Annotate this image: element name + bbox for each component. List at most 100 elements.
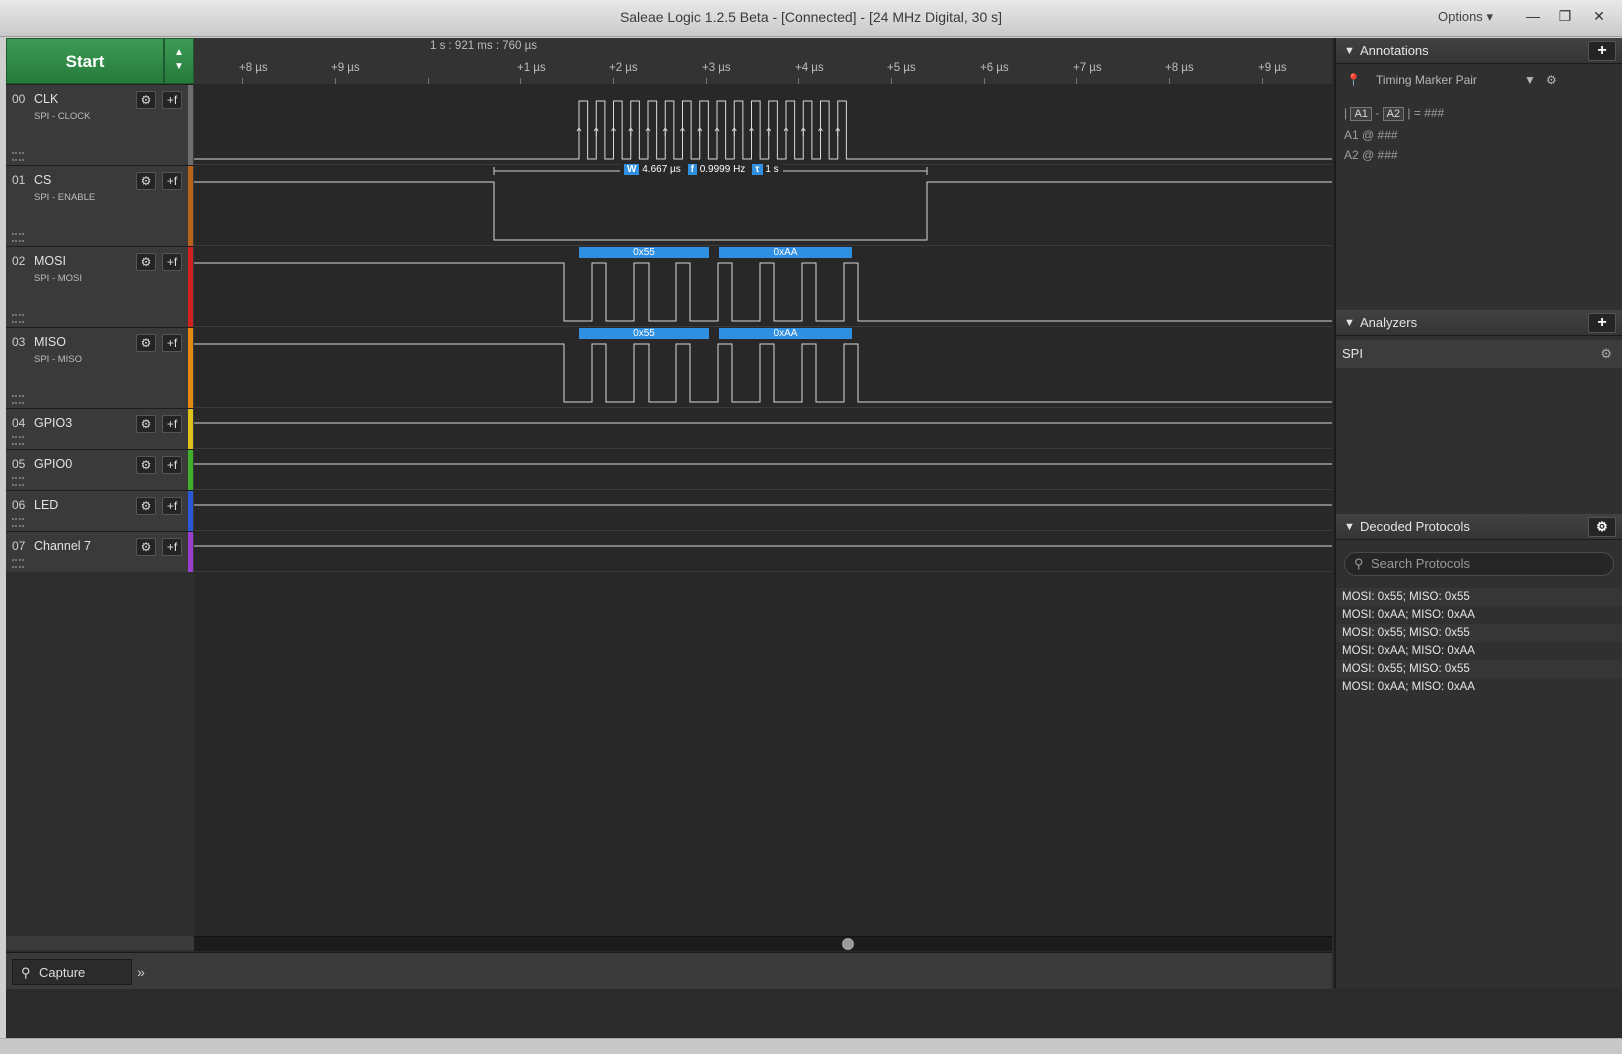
collapse-triangle-icon: ▼	[1344, 521, 1355, 533]
decoded-byte-miso-2[interactable]: 0xAA	[719, 328, 852, 339]
channel-row-clk[interactable]: 00 CLK SPI - CLOCK ⚙ +f	[6, 84, 194, 165]
horizontal-scrollbar[interactable]	[194, 936, 1332, 951]
gear-icon[interactable]: ⚙	[136, 456, 156, 474]
add-trigger-icon[interactable]: +f	[162, 91, 182, 109]
tick-label: +4 µs	[795, 62, 824, 74]
drag-handle-icon[interactable]	[12, 436, 24, 445]
search-protocols-input[interactable]: ⚲ Search Protocols	[1344, 552, 1614, 576]
gear-icon[interactable]: ⚙	[136, 497, 156, 515]
marker-delta-formula: | A1 - A2 | = ###	[1344, 106, 1445, 121]
time-ruler[interactable]: 1 s : 921 ms : 760 µs +8 µs +9 µs +1 µs …	[194, 38, 1332, 85]
channel-row-gpio3[interactable]: 04 GPIO3 ⚙ +f	[6, 408, 194, 449]
drag-handle-icon[interactable]	[12, 152, 24, 161]
decoded-byte-miso-1[interactable]: 0x55	[579, 328, 709, 339]
mosi-waveform	[194, 262, 1332, 322]
search-icon: ⚲	[21, 965, 31, 980]
restore-button[interactable]: ❐	[1552, 6, 1578, 28]
cs-waveform	[194, 181, 1332, 241]
channel-number: 00	[12, 92, 26, 106]
channel-name[interactable]: MOSI	[34, 254, 66, 268]
options-menu[interactable]: Options ▾	[1438, 9, 1493, 25]
decoded-protocols-header[interactable]: ▼ Decoded Protocols ⚙	[1336, 514, 1622, 540]
add-trigger-icon[interactable]: +f	[162, 172, 182, 190]
gear-icon[interactable]: ⚙	[1600, 340, 1612, 368]
channel-row-channel7[interactable]: 07 Channel 7 ⚙ +f	[6, 531, 194, 572]
gear-icon[interactable]: ⚙	[136, 538, 156, 556]
collapse-triangle-icon: ▼	[1344, 317, 1355, 329]
decoded-row[interactable]: MOSI: 0x55; MISO: 0x55	[1336, 588, 1622, 606]
close-button[interactable]: ✕	[1586, 6, 1612, 28]
width-value: 4.667 µs	[642, 164, 681, 175]
rising-edge-arrow-icon	[576, 127, 582, 136]
decoded-row[interactable]: MOSI: 0x55; MISO: 0x55	[1336, 660, 1622, 678]
filter-icon[interactable]: ▼	[1524, 68, 1536, 92]
drag-handle-icon[interactable]	[12, 233, 24, 242]
annotations-header[interactable]: ▼ Annotations +	[1336, 38, 1622, 64]
analyzers-header[interactable]: ▼ Analyzers +	[1336, 310, 1622, 336]
analyzer-item-spi[interactable]: SPI ⚙	[1336, 340, 1622, 368]
waveform-area[interactable]: W 4.667 µs f 0.9999 Hz τ 1 s 0x55 0xAA 0…	[194, 84, 1332, 988]
decoded-byte-mosi-2[interactable]: 0xAA	[719, 247, 852, 258]
add-trigger-icon[interactable]: +f	[162, 538, 182, 556]
ruler-reference-time: 1 s : 921 ms : 760 µs	[430, 40, 537, 52]
channel-number: 06	[12, 498, 26, 512]
add-trigger-icon[interactable]: +f	[162, 456, 182, 474]
gear-icon[interactable]: ⚙	[136, 172, 156, 190]
gear-icon[interactable]: ⚙	[136, 334, 156, 352]
minimize-button[interactable]: —	[1520, 6, 1546, 28]
capture-tab[interactable]: ⚲ Capture	[12, 959, 132, 985]
start-options-button[interactable]: ▲ ▼	[164, 38, 194, 84]
channel-row-cs[interactable]: 01 CS SPI - ENABLE ⚙ +f	[6, 165, 194, 246]
miso-signal	[194, 343, 1332, 403]
gear-icon[interactable]: ⚙	[1588, 517, 1616, 537]
drag-handle-icon[interactable]	[12, 395, 24, 404]
gear-icon[interactable]: ⚙	[1546, 68, 1557, 92]
a1-tag[interactable]: A1	[1350, 107, 1372, 121]
more-tabs-button[interactable]: »	[128, 959, 154, 985]
add-trigger-icon[interactable]: +f	[162, 415, 182, 433]
a2-tag[interactable]: A2	[1382, 107, 1405, 121]
gear-icon[interactable]: ⚙	[136, 91, 156, 109]
channel-name[interactable]: GPIO0	[34, 457, 72, 471]
gear-icon[interactable]: ⚙	[136, 415, 156, 433]
drag-handle-icon[interactable]	[12, 477, 24, 486]
drag-handle-icon[interactable]	[12, 559, 24, 568]
channel-row-gpio0[interactable]: 05 GPIO0 ⚙ +f	[6, 449, 194, 490]
period-tag: τ	[752, 164, 763, 175]
channel-name[interactable]: MISO	[34, 335, 66, 349]
rising-edge-arrow-icon	[766, 127, 772, 136]
channel-row-miso[interactable]: 03 MISO SPI - MISO ⚙ +f	[6, 327, 194, 408]
drag-handle-icon[interactable]	[12, 314, 24, 323]
drag-handle-icon[interactable]	[12, 518, 24, 527]
add-trigger-icon[interactable]: +f	[162, 253, 182, 271]
decoded-row[interactable]: MOSI: 0xAA; MISO: 0xAA	[1336, 678, 1622, 696]
analyzer-name: SPI	[1342, 346, 1363, 361]
add-annotation-button[interactable]: +	[1588, 41, 1616, 61]
channel-row-mosi[interactable]: 02 MOSI SPI - MOSI ⚙ +f	[6, 246, 194, 327]
channel-number: 05	[12, 457, 26, 471]
channel-name[interactable]: CLK	[34, 92, 58, 106]
decoded-row[interactable]: MOSI: 0xAA; MISO: 0xAA	[1336, 642, 1622, 660]
clk-waveform	[194, 100, 1332, 160]
rising-edge-arrow-icon	[800, 127, 806, 136]
timing-marker-pair-row[interactable]: 📍 Timing Marker Pair ▼ ⚙	[1340, 68, 1616, 92]
window-title: Saleae Logic 1.2.5 Beta - [Connected] - …	[619, 9, 1003, 25]
decoded-row[interactable]: MOSI: 0xAA; MISO: 0xAA	[1336, 606, 1622, 624]
chevron-down-icon: ▼	[174, 61, 184, 72]
add-analyzer-button[interactable]: +	[1588, 313, 1616, 333]
add-trigger-icon[interactable]: +f	[162, 334, 182, 352]
channel-name[interactable]: LED	[34, 498, 58, 512]
scroll-thumb[interactable]	[842, 938, 854, 950]
decoded-byte-mosi-1[interactable]: 0x55	[579, 247, 709, 258]
channel-name[interactable]: Channel 7	[34, 539, 91, 553]
gear-icon[interactable]: ⚙	[136, 253, 156, 271]
channel-row-led[interactable]: 06 LED ⚙ +f	[6, 490, 194, 531]
a2-position: A2 @ ###	[1344, 148, 1398, 162]
rising-edge-arrow-icon	[731, 127, 737, 136]
start-button[interactable]: Start	[6, 38, 164, 84]
a1-position: A1 @ ###	[1344, 128, 1398, 142]
channel-name[interactable]: CS	[34, 173, 51, 187]
channel-name[interactable]: GPIO3	[34, 416, 72, 430]
add-trigger-icon[interactable]: +f	[162, 497, 182, 515]
decoded-row[interactable]: MOSI: 0x55; MISO: 0x55	[1336, 624, 1622, 642]
